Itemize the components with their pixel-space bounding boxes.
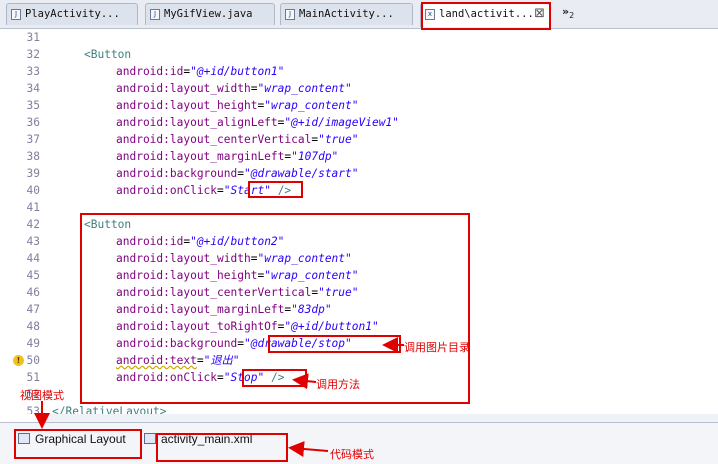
code-line[interactable]: 37 android:layout_centerVertical="true" [0, 131, 718, 148]
line-number: 41 [26, 201, 40, 214]
code-token: = [237, 167, 244, 180]
highlight-background-stop [268, 335, 401, 353]
code-line[interactable]: 34 android:layout_width="wrap_content" [0, 80, 718, 97]
horizontal-scrollbar[interactable] [46, 414, 718, 422]
annotation-image-dir: 调用图片目录 [404, 341, 470, 354]
warning-icon[interactable]: ! [13, 355, 24, 366]
code-text: </RelativeLayout> [52, 403, 167, 414]
java-file-icon: J [285, 9, 295, 20]
java-file-icon: J [150, 9, 160, 20]
line-number: 36 [26, 116, 40, 129]
code-line[interactable]: 38 android:layout_marginLeft="107dp" [0, 148, 718, 165]
line-number: 43 [26, 235, 40, 248]
code-text: <Button [84, 46, 131, 63]
code-text: android:layout_alignLeft="@+id/imageView… [116, 114, 399, 131]
annotation-view-mode: 视图模式 [20, 389, 64, 402]
code-token: android:layout_width [116, 82, 251, 95]
code-text: android:layout_height="wrap_content" [116, 97, 359, 114]
line-number: 46 [26, 286, 40, 299]
code-token: = [217, 184, 224, 197]
code-token: "@drawable/start" [244, 167, 359, 180]
line-number: 47 [26, 303, 40, 316]
code-text: android:id="@+id/button1" [116, 63, 284, 80]
code-text: android:layout_width="wrap_content" [116, 80, 352, 97]
line-number: 32 [26, 48, 40, 61]
line-number: 33 [26, 65, 40, 78]
line-number: 34 [26, 82, 40, 95]
line-number: 44 [26, 252, 40, 265]
tab-playactivity[interactable]: J PlayActivity... [6, 3, 138, 25]
code-token: android:id [116, 65, 184, 78]
annotation-call-method: 调用方法 [316, 378, 360, 391]
overflow-count: 2 [569, 11, 575, 21]
code-token: android:layout_alignLeft [116, 116, 278, 129]
code-token: </RelativeLayout> [52, 405, 167, 414]
line-number: 49 [26, 337, 40, 350]
code-line[interactable]: 39 android:background="@drawable/start" [0, 165, 718, 182]
code-line[interactable]: 53 </RelativeLayout> [0, 403, 718, 414]
line-number: 40 [26, 184, 40, 197]
line-number: 37 [26, 133, 40, 146]
highlight-active-tab [421, 2, 551, 30]
code-token: <Button [84, 48, 132, 61]
line-number: 39 [26, 167, 40, 180]
line-number: 42 [26, 218, 40, 231]
highlight-start-onclick [248, 181, 303, 198]
code-line[interactable]: 40 android:onClick="Start" /> [0, 182, 718, 199]
code-token: "true" [318, 133, 359, 146]
editor-tab-bar: J PlayActivity... J MyGifView.java J Mai… [0, 0, 718, 29]
code-token: "107dp" [291, 150, 339, 163]
xml-file-icon [144, 433, 156, 444]
highlight-stop-onclick [242, 369, 307, 387]
code-line[interactable]: 36 android:layout_alignLeft="@+id/imageVi… [0, 114, 718, 131]
line-number: 38 [26, 150, 40, 163]
code-line[interactable]: 31 [0, 29, 718, 46]
highlight-activity-main-xml [156, 433, 288, 462]
tab-mygifview[interactable]: J MyGifView.java [145, 3, 275, 25]
code-token: "@+id/button1" [190, 65, 285, 78]
code-token: android:layout_centerVertical [116, 133, 312, 146]
code-token: "wrap_content" [257, 82, 352, 95]
code-token: android:onClick [116, 184, 218, 197]
highlight-graphical-layout [14, 429, 142, 459]
code-token: "@+id/imageView1" [284, 116, 399, 129]
code-line[interactable]: 33 android:id="@+id/button1" [0, 63, 718, 80]
tab-overflow-button[interactable]: »2 [562, 5, 574, 20]
line-number: 35 [26, 99, 40, 112]
annotation-code-mode: 代码模式 [330, 448, 374, 461]
java-file-icon: J [11, 9, 21, 20]
line-number: 48 [26, 320, 40, 333]
code-token: android:layout_marginLeft [116, 150, 285, 163]
tab-label: PlayActivity... [25, 8, 120, 20]
code-text: android:layout_centerVertical="true" [116, 131, 359, 148]
code-text: android:layout_marginLeft="107dp" [116, 148, 338, 165]
tab-label: MyGifView.java [164, 8, 253, 20]
code-token: android:background [116, 167, 238, 180]
code-line[interactable]: 35 android:layout_height="wrap_content" [0, 97, 718, 114]
tab-mainactivity[interactable]: J MainActivity... [280, 3, 413, 25]
code-line[interactable]: 32 <Button [0, 46, 718, 63]
line-number: 45 [26, 269, 40, 282]
line-number: 31 [26, 31, 40, 44]
code-token: "wrap_content" [264, 99, 359, 112]
line-number: 51 [26, 371, 40, 384]
tab-label: MainActivity... [299, 8, 394, 20]
code-text: android:background="@drawable/start" [116, 165, 359, 182]
code-token: android:layout_height [116, 99, 258, 112]
line-number: 53 [26, 405, 40, 414]
